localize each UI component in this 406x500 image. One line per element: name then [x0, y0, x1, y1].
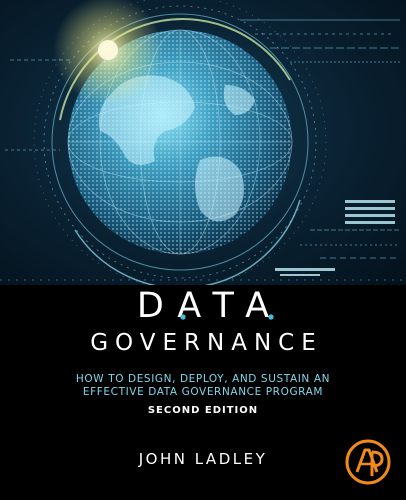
- subtitle-line-1: How to Design, Deploy, and Sustain an: [75, 373, 331, 385]
- book-subtitle: How to Design, Deploy, and Sustain an Ef…: [40, 373, 366, 399]
- book-cover: DATA GOVERNANCE How to Design, Deploy, a…: [0, 0, 406, 500]
- subtitle-line-2: Effective Data Governance Program: [82, 386, 324, 398]
- title-word-governance: GOVERNANCE: [90, 330, 323, 356]
- edition-label: SECOND EDITION: [147, 405, 259, 416]
- publisher-logo-icon: [345, 439, 391, 485]
- globe-artwork: [0, 0, 406, 285]
